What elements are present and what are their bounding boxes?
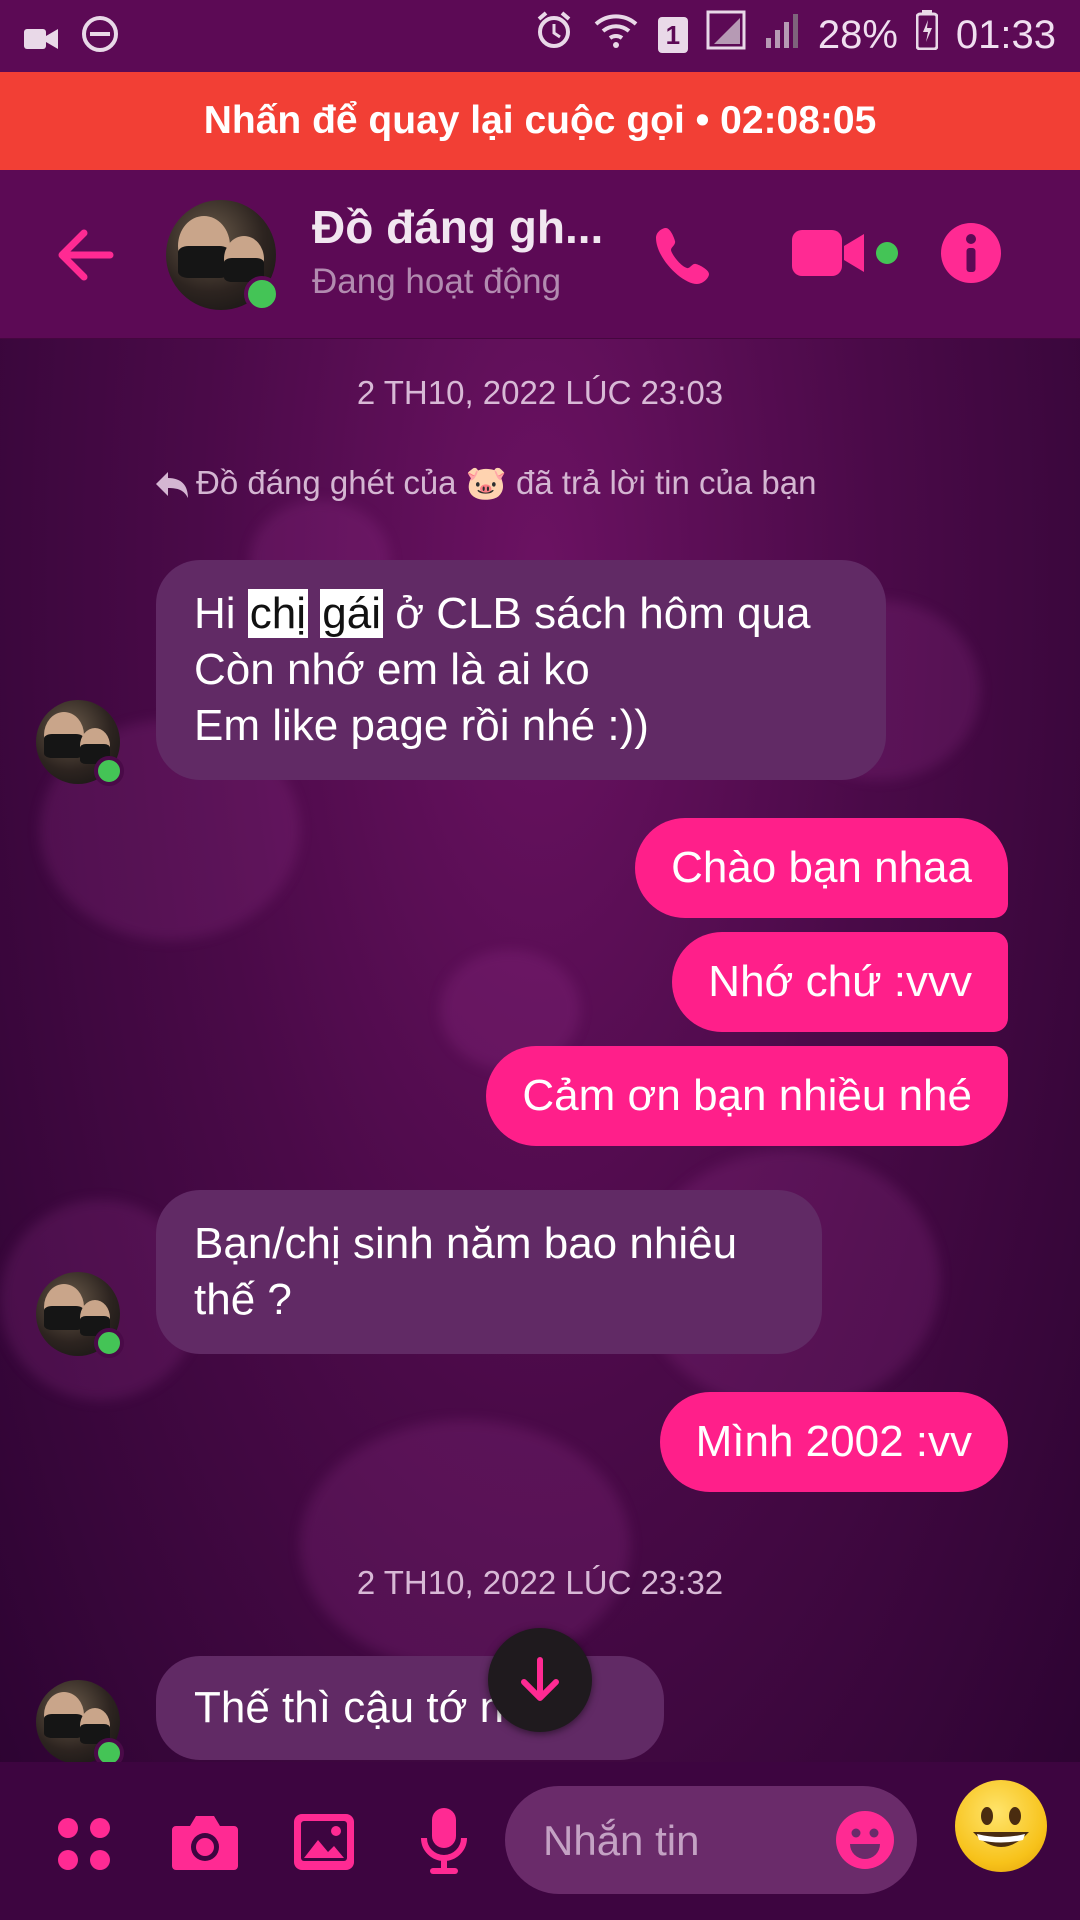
voice-message-button[interactable] bbox=[420, 1806, 468, 1883]
voice-call-button[interactable] bbox=[652, 222, 718, 293]
message-text: Nhớ chứ :vvv bbox=[708, 957, 972, 1006]
do-not-disturb-icon bbox=[80, 14, 120, 64]
message-text: Chào bạn nhaa bbox=[671, 843, 972, 892]
sim-badge: 1 bbox=[657, 17, 688, 53]
reply-notice: Đồ đáng ghét của 🐷 đã trả lời tin của bạ… bbox=[156, 462, 876, 504]
message-text: ở CLB sách hôm qua bbox=[382, 589, 811, 638]
online-indicator bbox=[94, 756, 124, 786]
status-bar: 1 28% 01:33 bbox=[0, 0, 1080, 72]
quick-reaction-emoji-button[interactable] bbox=[955, 1780, 1047, 1872]
highlighted-text: gái bbox=[320, 589, 383, 638]
microphone-icon bbox=[421, 1808, 467, 1874]
arrow-down-icon bbox=[521, 1657, 559, 1701]
reply-arrow-icon bbox=[154, 468, 190, 510]
message-text: Mình 2002 :vv bbox=[695, 1417, 972, 1466]
signal-2-icon bbox=[764, 10, 800, 60]
alarm-icon bbox=[534, 10, 574, 60]
message-composer bbox=[0, 1762, 1080, 1920]
arrow-left-icon bbox=[58, 229, 114, 281]
four-dots-icon bbox=[58, 1818, 110, 1870]
video-recording-icon bbox=[24, 17, 58, 62]
video-active-dot bbox=[876, 242, 898, 264]
camera-icon bbox=[172, 1816, 238, 1870]
info-button[interactable] bbox=[940, 222, 1002, 289]
message-line: Còn nhớ em là ai ko bbox=[194, 645, 590, 694]
video-camera-icon bbox=[792, 230, 864, 276]
highlighted-text: chị bbox=[247, 589, 309, 638]
outgoing-message-bubble[interactable]: Nhớ chứ :vvv bbox=[672, 932, 1008, 1032]
date-separator: 2 TH10, 2022 LÚC 23:32 bbox=[356, 1564, 724, 1601]
signal-icon bbox=[706, 10, 746, 60]
active-status: Đang hoạt động bbox=[312, 262, 562, 301]
return-to-call-banner[interactable]: Nhấn để quay lại cuộc gọi • 02:08:05 bbox=[0, 72, 1080, 170]
message-line: thế ? bbox=[194, 1275, 292, 1324]
reply-notice-text: Đồ đáng ghét của 🐷 đã trả lời tin của bạ… bbox=[196, 464, 817, 501]
info-icon bbox=[941, 223, 1001, 283]
wifi-icon bbox=[592, 10, 640, 60]
outgoing-message-bubble[interactable]: Cảm ơn bạn nhiều nhé bbox=[486, 1046, 1008, 1146]
message-input-container bbox=[505, 1786, 917, 1894]
return-to-call-text: Nhấn để quay lại cuộc gọi • 02:08:05 bbox=[203, 99, 877, 142]
message-line: Bạn/chị sinh năm bao nhiêu bbox=[194, 1219, 738, 1268]
incoming-message-bubble[interactable]: Bạn/chị sinh năm bao nhiêu thế ? bbox=[156, 1190, 822, 1354]
message-text bbox=[308, 589, 320, 638]
online-indicator bbox=[244, 276, 280, 312]
date-separator: 2 TH10, 2022 LÚC 23:03 bbox=[356, 374, 724, 411]
message-input[interactable] bbox=[541, 1810, 825, 1872]
contact-name[interactable]: Đồ đáng gh... bbox=[312, 200, 603, 254]
online-indicator bbox=[94, 1328, 124, 1358]
battery-text: 28% bbox=[817, 12, 898, 57]
battery-icon bbox=[915, 10, 939, 60]
more-actions-button[interactable] bbox=[56, 1816, 112, 1877]
smiley-icon bbox=[836, 1811, 894, 1869]
message-text: Thế thì cậu tớ n bbox=[194, 1683, 505, 1732]
outgoing-message-bubble[interactable]: Chào bạn nhaa bbox=[635, 818, 1008, 918]
outgoing-message-bubble[interactable]: Mình 2002 :vv bbox=[659, 1392, 1008, 1492]
incoming-message-bubble[interactable]: Hi chị gái ở CLB sách hôm qua Còn nhớ em… bbox=[156, 560, 886, 780]
conversation-header: Đồ đáng gh... Đang hoạt động bbox=[0, 170, 1080, 339]
message-text: Hi bbox=[194, 589, 248, 638]
message-line: Hi chị gái ở CLB sách hôm qua bbox=[194, 586, 848, 642]
image-icon bbox=[294, 1814, 354, 1870]
video-call-button[interactable] bbox=[792, 228, 866, 283]
clock-text: 01:33 bbox=[955, 12, 1056, 57]
phone-icon bbox=[656, 228, 709, 284]
gallery-button[interactable] bbox=[292, 1812, 356, 1877]
scroll-to-bottom-button[interactable] bbox=[488, 1628, 592, 1732]
emoji-picker-button[interactable] bbox=[835, 1810, 895, 1875]
message-text: Cảm ơn bạn nhiều nhé bbox=[522, 1071, 972, 1120]
camera-button[interactable] bbox=[170, 1812, 240, 1877]
back-button[interactable] bbox=[50, 220, 120, 290]
message-line: Em like page rồi nhé :)) bbox=[194, 701, 649, 750]
grinning-face-icon bbox=[973, 1807, 1029, 1847]
